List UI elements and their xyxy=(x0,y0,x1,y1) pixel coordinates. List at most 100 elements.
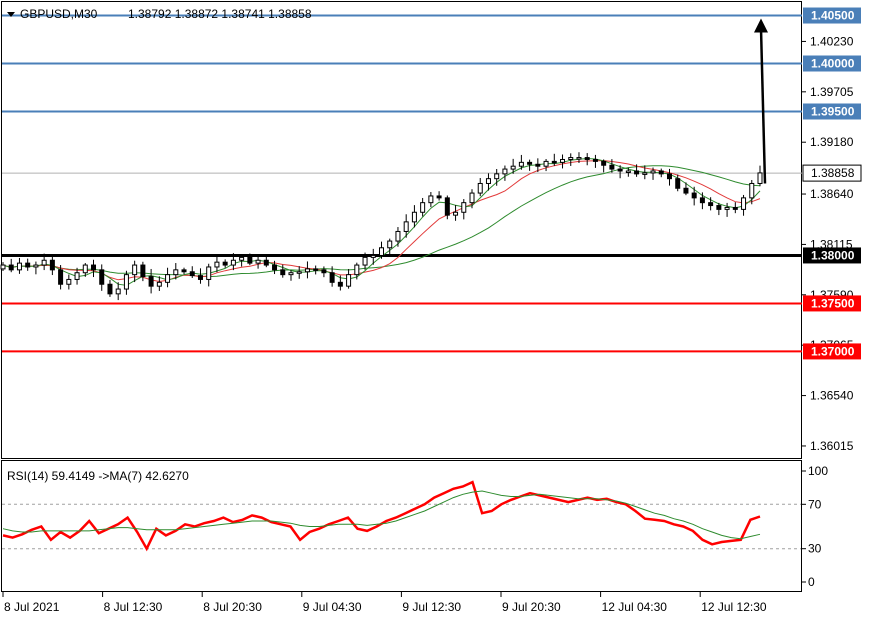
candle-body xyxy=(173,269,179,276)
candle-body xyxy=(494,173,500,180)
candle-body xyxy=(354,264,360,276)
candle-body xyxy=(239,256,245,261)
candle-body xyxy=(502,168,508,175)
candle-body xyxy=(280,269,286,276)
candle-body xyxy=(329,272,335,283)
candle-body xyxy=(403,221,409,232)
level-label: 1.37000 xyxy=(811,344,855,358)
candle-body xyxy=(518,161,524,167)
candle-body xyxy=(453,211,459,216)
candle-body xyxy=(140,264,146,278)
candle-body xyxy=(370,254,376,258)
candle-body xyxy=(387,240,393,249)
candle-body xyxy=(49,259,55,271)
candle-body xyxy=(691,192,697,199)
time-tick-label: 12 Jul 12:30 xyxy=(701,600,767,614)
candle-body xyxy=(148,276,154,287)
candle-body xyxy=(304,268,310,273)
candle-body xyxy=(650,170,656,174)
candle-body xyxy=(551,160,557,164)
candle-body xyxy=(699,197,705,204)
candle-body xyxy=(675,178,681,189)
candle-body xyxy=(272,264,278,271)
candle-body xyxy=(288,272,294,276)
level-label: 1.39500 xyxy=(811,104,855,118)
price-tick-label: 1.36015 xyxy=(810,439,854,453)
candle-body xyxy=(683,187,689,194)
candle-body xyxy=(420,202,426,213)
candle-body xyxy=(41,259,47,266)
candle-body xyxy=(560,158,566,163)
candle-body xyxy=(214,261,220,268)
candle-body xyxy=(634,170,640,175)
symbol-label: GBPUSD,M30 xyxy=(20,7,98,21)
time-tick-label: 9 Jul 12:30 xyxy=(402,600,461,614)
level-label: 1.40500 xyxy=(811,9,855,23)
candle-body xyxy=(543,160,549,167)
candle-body xyxy=(25,262,31,268)
candle-body xyxy=(757,172,763,184)
candle-body xyxy=(592,158,598,162)
price-chart[interactable]: 100 70 30 0 1.40230 1.39705 1.39180 1.38640 1.3… xyxy=(0,0,876,621)
candle-body xyxy=(658,170,664,175)
candle-body xyxy=(568,157,574,160)
candle-body xyxy=(477,182,483,194)
candle-body xyxy=(485,178,491,184)
candle-body xyxy=(395,230,401,242)
candle-body xyxy=(469,192,475,204)
time-axis-layer: 8 Jul 2021 8 Jul 12:30 8 Jul 20:30 9 Jul 04… xyxy=(2,592,767,614)
level-label: 1.38000 xyxy=(811,248,855,262)
candle-body xyxy=(749,182,755,199)
candle-body xyxy=(716,205,722,210)
candle-body xyxy=(527,161,533,165)
price-tick-label: 1.40230 xyxy=(810,34,854,48)
candle-body xyxy=(576,157,582,160)
price-panel[interactable] xyxy=(1,1,802,459)
level-label: 1.40000 xyxy=(811,57,855,71)
price-tick-label: 1.38640 xyxy=(810,187,854,201)
candle-body xyxy=(379,247,384,256)
candle-body xyxy=(33,264,39,268)
candle-body xyxy=(609,164,615,170)
candle-body xyxy=(362,256,368,266)
candle-body xyxy=(666,173,672,180)
candle-body xyxy=(66,278,72,285)
candle-body xyxy=(181,269,187,273)
candle-body xyxy=(197,275,203,280)
candle-body xyxy=(165,274,171,283)
candle-body xyxy=(91,264,97,271)
candle-body xyxy=(444,197,450,216)
current-price-label: 1.38858 xyxy=(811,166,855,180)
candle-body xyxy=(82,264,88,274)
candle-body xyxy=(337,281,343,287)
candle-body xyxy=(263,259,269,266)
price-tick-label: 1.36540 xyxy=(810,389,854,403)
candle-body xyxy=(321,269,327,274)
candle-body xyxy=(255,259,261,264)
ohlc-readout: 1.38792 1.38872 1.38741 1.38858 xyxy=(128,7,312,21)
candle-body xyxy=(74,272,80,280)
candle-body xyxy=(8,264,14,271)
rsi-label: RSI(14) 59.4149 ->MA(7) 42.6270 xyxy=(7,469,189,483)
time-tick-label: 9 Jul 20:30 xyxy=(502,600,561,614)
price-tick-label: 1.39180 xyxy=(810,135,854,149)
candle-body xyxy=(107,283,113,295)
candle-body xyxy=(222,261,228,266)
candle-body xyxy=(601,160,607,166)
candle-body xyxy=(584,157,590,160)
candle-body xyxy=(247,256,253,264)
candle-body xyxy=(428,195,434,204)
candle-body xyxy=(741,197,747,210)
candle-body xyxy=(132,264,138,276)
candle-body xyxy=(296,271,302,274)
rsi-tick-label: 30 xyxy=(808,542,822,556)
rsi-tick-label: 0 xyxy=(808,575,815,589)
candle-body xyxy=(58,269,64,285)
candle-body xyxy=(313,268,319,271)
candle-body xyxy=(99,269,105,285)
candle-body xyxy=(115,288,121,295)
candle-body xyxy=(708,202,714,207)
candle-body xyxy=(617,168,623,172)
time-tick-label: 8 Jul 12:30 xyxy=(104,600,163,614)
candle-body xyxy=(346,274,352,287)
